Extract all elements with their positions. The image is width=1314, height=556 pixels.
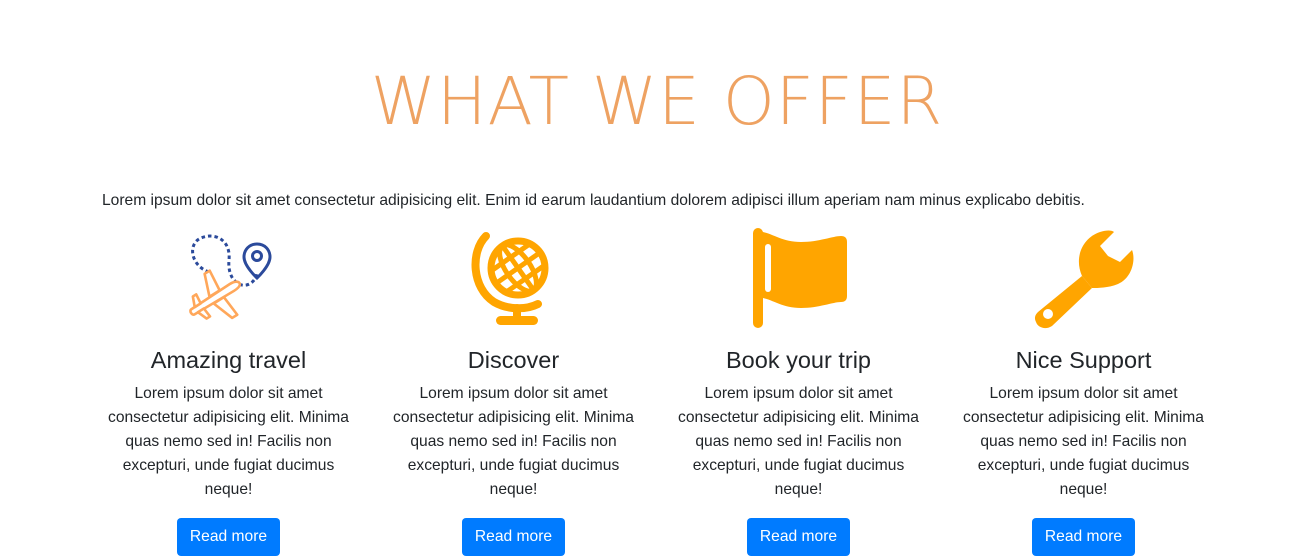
read-more-button[interactable]: Read more [176, 518, 281, 556]
card-title: Amazing travel [150, 347, 307, 373]
card-title: Nice Support [1015, 347, 1152, 373]
airplane-route-icon [174, 226, 284, 330]
offer-cards: Amazing travel Lorem ipsum dolor sit ame… [86, 226, 1226, 556]
flag-icon [744, 226, 854, 330]
card-title: Book your trip [726, 347, 871, 373]
globe-icon [459, 226, 569, 330]
read-more-button[interactable]: Read more [1031, 518, 1136, 556]
card-text: Lorem ipsum dolor sit amet consectetur a… [963, 385, 1204, 498]
section-title: WHAT WE OFFER [370, 63, 944, 140]
offer-card-travel: Amazing travel Lorem ipsum dolor sit ame… [86, 226, 371, 556]
read-more-button[interactable]: Read more [461, 518, 566, 556]
wrench-icon [1029, 226, 1139, 330]
offer-card-discover: Discover Lorem ipsum dolor sit amet cons… [371, 226, 656, 556]
offer-card-book: Book your trip Lorem ipsum dolor sit ame… [656, 226, 941, 556]
section-intro: Lorem ipsum dolor sit amet consectetur a… [102, 192, 1085, 209]
offer-card-support: Nice Support Lorem ipsum dolor sit amet … [941, 226, 1226, 556]
card-text: Lorem ipsum dolor sit amet consectetur a… [678, 385, 919, 498]
read-more-button[interactable]: Read more [746, 518, 851, 556]
card-text: Lorem ipsum dolor sit amet consectetur a… [108, 385, 349, 498]
card-title: Discover [467, 347, 560, 373]
card-text: Lorem ipsum dolor sit amet consectetur a… [393, 385, 634, 498]
